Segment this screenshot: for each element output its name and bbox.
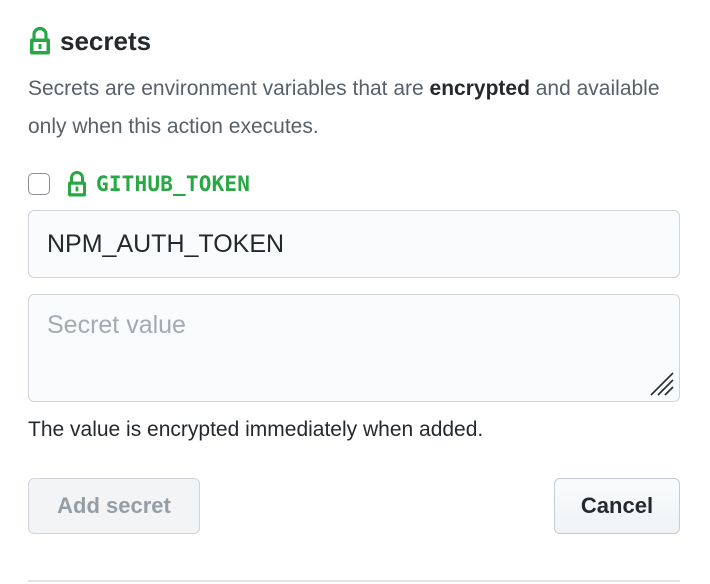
secret-name-input[interactable]: [28, 210, 680, 278]
description-text-1: Secrets are environment variables that a…: [28, 77, 430, 100]
divider: [28, 580, 680, 582]
description-bold-text: encrypted: [429, 77, 530, 100]
add-secret-button-label: Add secret: [57, 493, 171, 518]
github-token-checkbox[interactable]: [28, 173, 50, 195]
lock-icon: [66, 170, 88, 198]
cancel-button[interactable]: Cancel: [554, 478, 680, 534]
github-token-row: GITHUB_TOKEN: [28, 168, 250, 200]
github-token-label: GITHUB_TOKEN: [96, 172, 251, 196]
secret-value-textarea[interactable]: [28, 294, 680, 402]
secret-help-text: The value is encrypted immediately when …: [28, 418, 484, 441]
secrets-panel: secrets Secrets are environment variable…: [0, 0, 710, 584]
add-secret-button[interactable]: Add secret: [28, 478, 200, 534]
lock-icon: [28, 26, 52, 56]
secrets-heading: secrets: [28, 24, 151, 58]
secrets-description: Secrets are environment variables that a…: [28, 70, 688, 146]
cancel-button-label: Cancel: [580, 493, 654, 518]
page-title: secrets: [60, 26, 152, 56]
resize-handle-icon[interactable]: [646, 368, 674, 396]
